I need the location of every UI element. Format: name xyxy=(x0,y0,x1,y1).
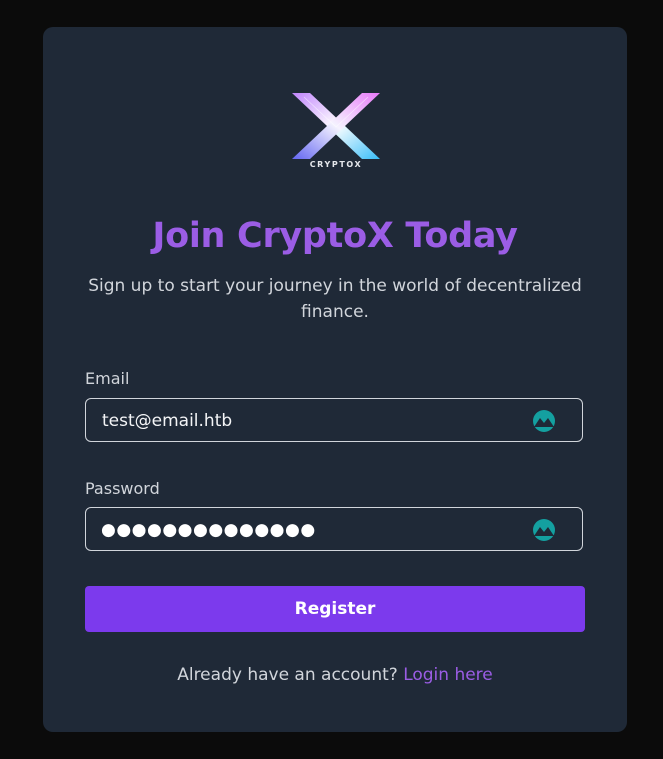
login-prompt: Already have an account? Login here xyxy=(43,665,627,685)
page-title: Join CryptoX Today xyxy=(152,216,518,256)
password-manager-icon[interactable] xyxy=(532,410,556,432)
register-card: CRYPTOX Join CryptoX Today Sign up to st… xyxy=(43,27,627,732)
email-label: Email xyxy=(85,369,130,388)
logo-text: CRYPTOX xyxy=(309,160,363,169)
cryptox-logo: CRYPTOX xyxy=(290,91,382,171)
cryptox-logo-icon xyxy=(292,93,380,159)
password-label: Password xyxy=(85,479,160,498)
email-value: test@email.htb xyxy=(102,411,233,431)
password-field[interactable]: ●●●●●●●●●●●●●● xyxy=(85,507,583,551)
login-prompt-text: Already have an account? xyxy=(177,665,398,685)
password-value: ●●●●●●●●●●●●●● xyxy=(101,520,316,540)
login-link[interactable]: Login here xyxy=(403,665,493,685)
password-manager-icon[interactable] xyxy=(532,519,556,541)
email-field[interactable]: test@email.htb xyxy=(85,398,583,442)
page-subtitle: Sign up to start your journey in the wor… xyxy=(88,276,582,322)
register-button[interactable]: Register xyxy=(85,586,585,632)
